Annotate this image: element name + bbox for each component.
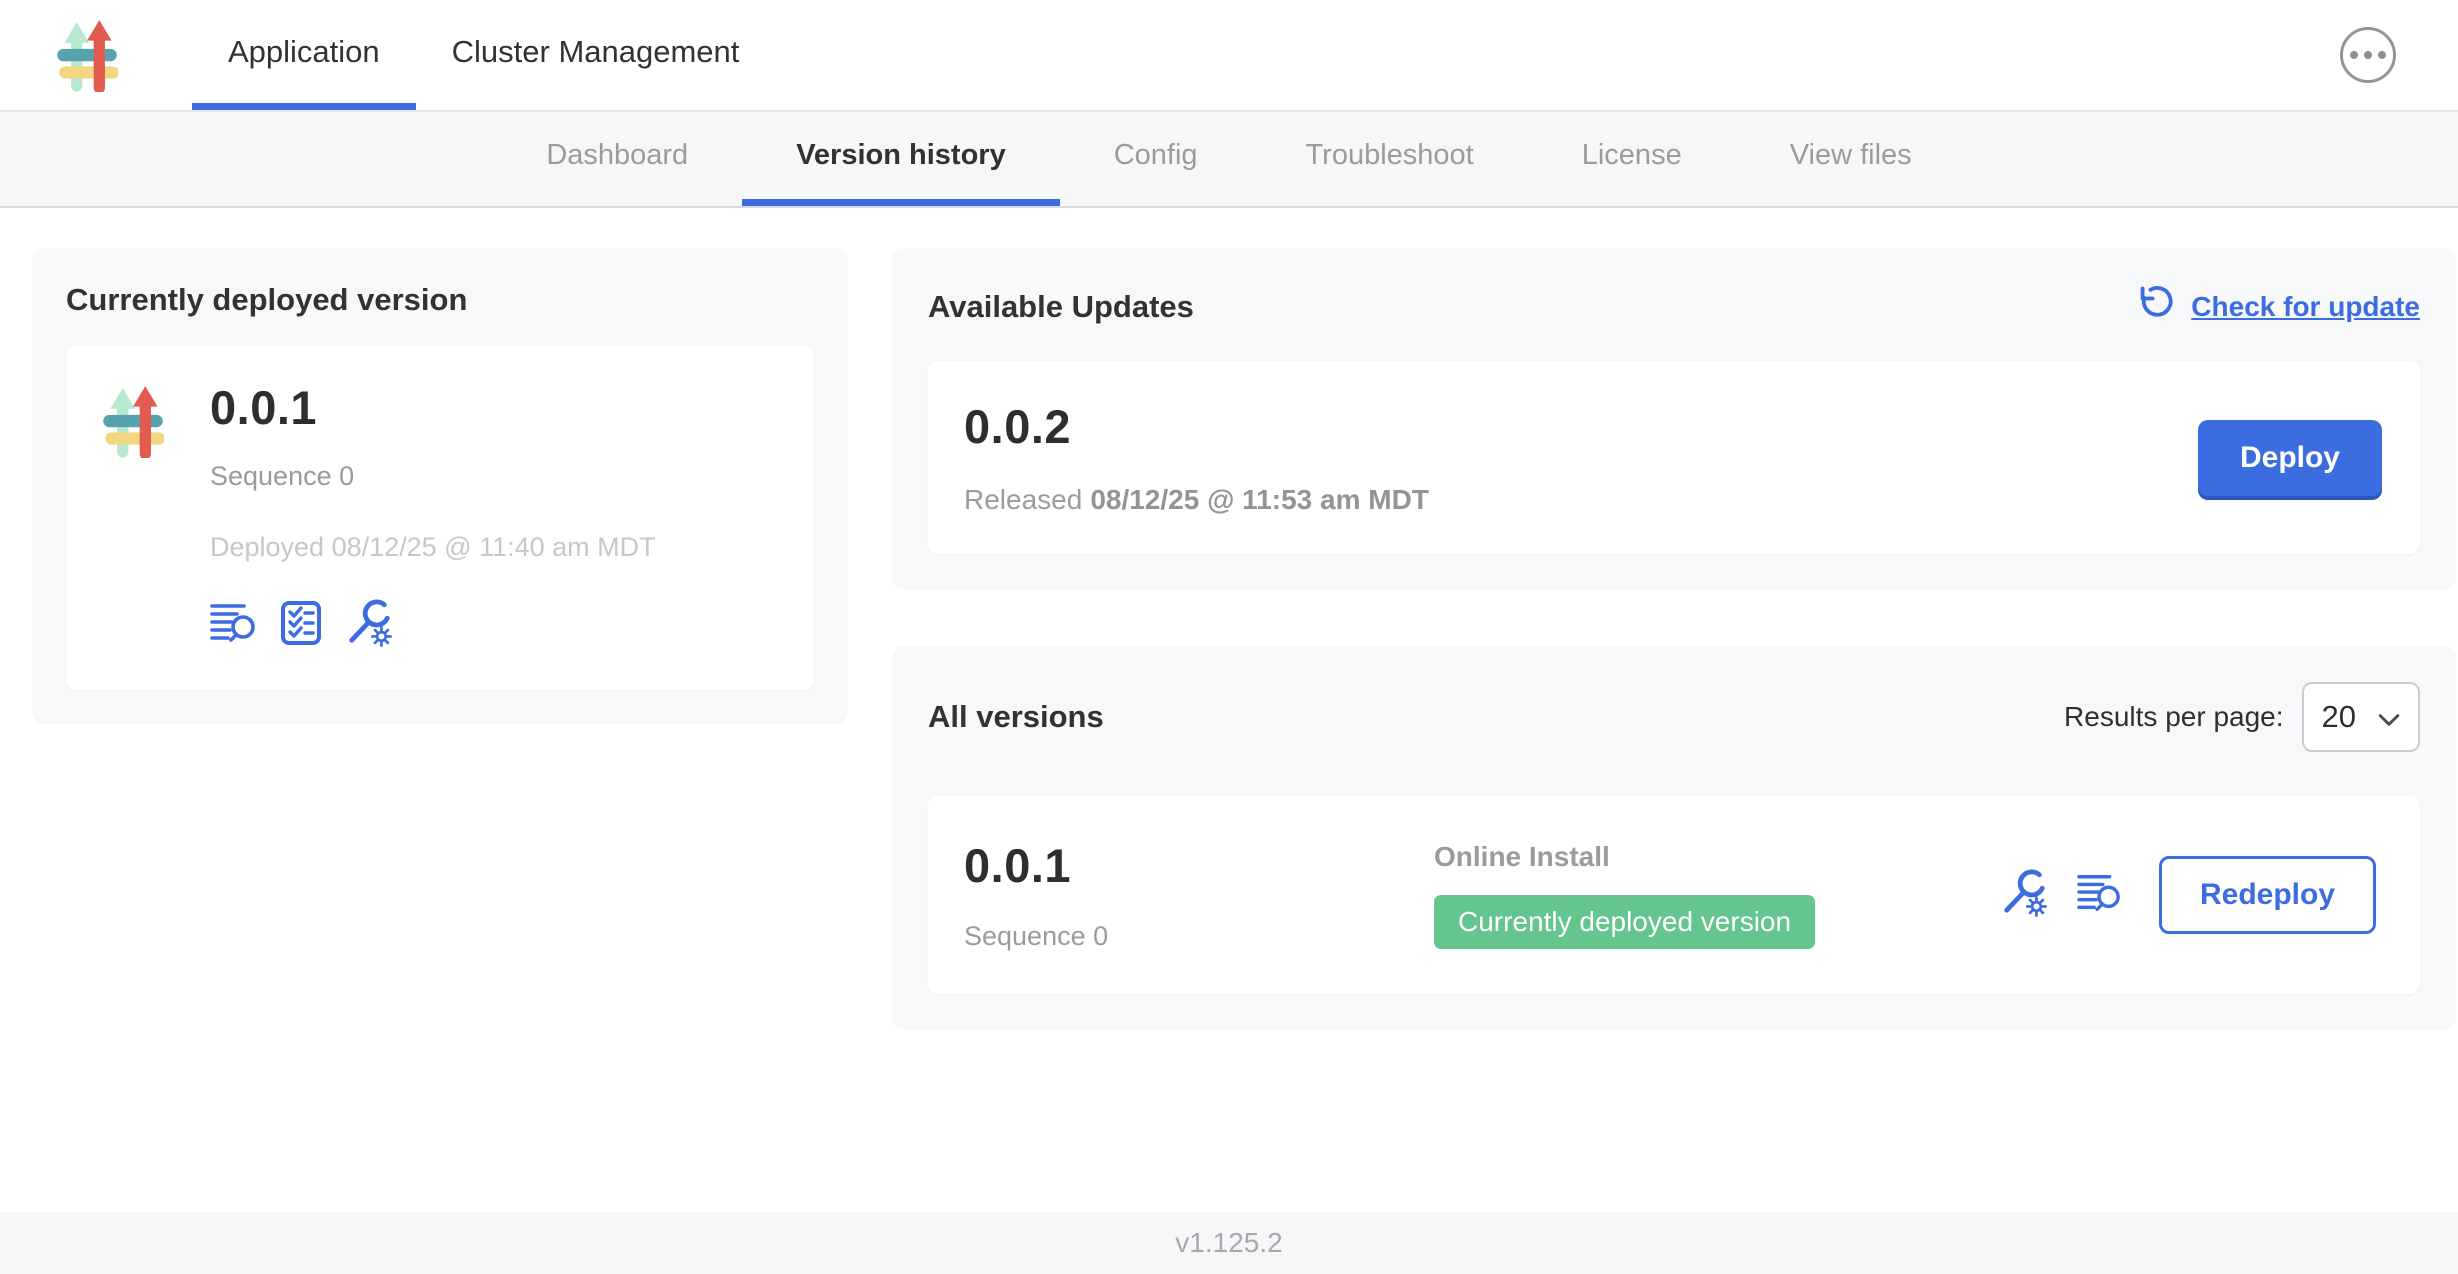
update-row: 0.0.2 Released 08/12/25 @ 11:53 am MDT De…	[928, 361, 2420, 554]
update-released-timestamp: Released 08/12/25 @ 11:53 am MDT	[964, 484, 1429, 516]
ellipsis-icon	[2364, 51, 2372, 59]
update-version-number: 0.0.2	[964, 399, 1429, 454]
results-per-page-label: Results per page:	[2064, 701, 2283, 733]
logs-icon[interactable]	[2077, 872, 2123, 919]
deployed-version-details: 0.0.1 Sequence 0 Deployed 08/12/25 @ 11:…	[210, 380, 656, 652]
deployed-version-panel: 0.0.1 Sequence 0 Deployed 08/12/25 @ 11:…	[66, 346, 814, 690]
update-details: 0.0.2 Released 08/12/25 @ 11:53 am MDT	[964, 399, 1429, 516]
chevron-down-icon	[2378, 699, 2400, 735]
tab-troubleshoot[interactable]: Troubleshoot	[1252, 112, 1528, 206]
ellipsis-icon	[2350, 51, 2358, 59]
results-per-page-select[interactable]: 20	[2302, 682, 2420, 752]
released-prefix: Released	[964, 484, 1082, 515]
top-navbar: Application Cluster Management	[0, 0, 2458, 112]
tab-view-files[interactable]: View files	[1736, 112, 1966, 206]
deployed-action-icons	[210, 599, 656, 652]
app-logo-icon	[56, 14, 118, 97]
deployed-timestamp: Deployed 08/12/25 @ 11:40 am MDT	[210, 532, 656, 563]
ellipsis-icon	[2378, 51, 2386, 59]
tab-dashboard[interactable]: Dashboard	[492, 112, 742, 206]
redeploy-button[interactable]: Redeploy	[2159, 856, 2376, 934]
footer: v1.125.2	[0, 1212, 2458, 1274]
available-updates-card: Available Updates Check for update 0.0.2	[892, 248, 2456, 590]
version-sequence: Sequence 0	[964, 921, 1434, 952]
tab-config[interactable]: Config	[1060, 112, 1252, 206]
console-version: v1.125.2	[1175, 1227, 1282, 1259]
tab-license[interactable]: License	[1528, 112, 1736, 206]
currently-deployed-title: Currently deployed version	[66, 282, 814, 318]
results-per-page-value: 20	[2322, 699, 2356, 735]
all-versions-title: All versions	[928, 699, 1104, 735]
tab-application[interactable]: Application	[192, 0, 416, 110]
version-row-actions: Redeploy	[1999, 856, 2376, 934]
edit-config-icon[interactable]	[1999, 869, 2047, 922]
currently-deployed-badge: Currently deployed version	[1434, 895, 1815, 949]
right-column: Available Updates Check for update 0.0.2	[892, 248, 2456, 1030]
logs-icon[interactable]	[210, 601, 258, 650]
overflow-menu-button[interactable]	[2340, 27, 2396, 83]
currently-deployed-card: Currently deployed version 0.0.1 Sequenc	[32, 248, 848, 724]
check-for-update-link[interactable]: Check for update	[2137, 284, 2420, 329]
available-updates-title: Available Updates	[928, 289, 1194, 325]
tab-version-history[interactable]: Version history	[742, 112, 1060, 206]
all-versions-card: All versions Results per page: 20	[892, 646, 2456, 1030]
refresh-icon	[2137, 284, 2175, 329]
topbar-spacer	[775, 0, 2340, 110]
app-logo-icon	[102, 380, 164, 652]
results-per-page: Results per page: 20	[2064, 682, 2420, 752]
tab-cluster-management[interactable]: Cluster Management	[416, 0, 776, 110]
deployed-sequence: Sequence 0	[210, 461, 656, 492]
main-content: Currently deployed version 0.0.1 Sequenc	[0, 208, 2458, 1212]
version-row-details: 0.0.1 Sequence 0	[964, 838, 1434, 952]
check-for-update-label: Check for update	[2191, 291, 2420, 323]
deploy-button[interactable]: Deploy	[2198, 420, 2382, 496]
released-date: 08/12/25 @ 11:53 am MDT	[1090, 484, 1429, 515]
top-tabs: Application Cluster Management	[192, 0, 775, 110]
app-subnav: Dashboard Version history Config Trouble…	[0, 112, 2458, 208]
install-type-label: Online Install	[1434, 841, 1999, 873]
version-number: 0.0.1	[964, 838, 1434, 893]
version-row-status: Online Install Currently deployed versio…	[1434, 841, 1999, 949]
preflight-checklist-icon[interactable]	[280, 600, 322, 651]
deployed-version-number: 0.0.1	[210, 380, 656, 435]
edit-config-icon[interactable]	[344, 599, 392, 652]
version-row: 0.0.1 Sequence 0 Online Install Currentl…	[928, 796, 2420, 994]
